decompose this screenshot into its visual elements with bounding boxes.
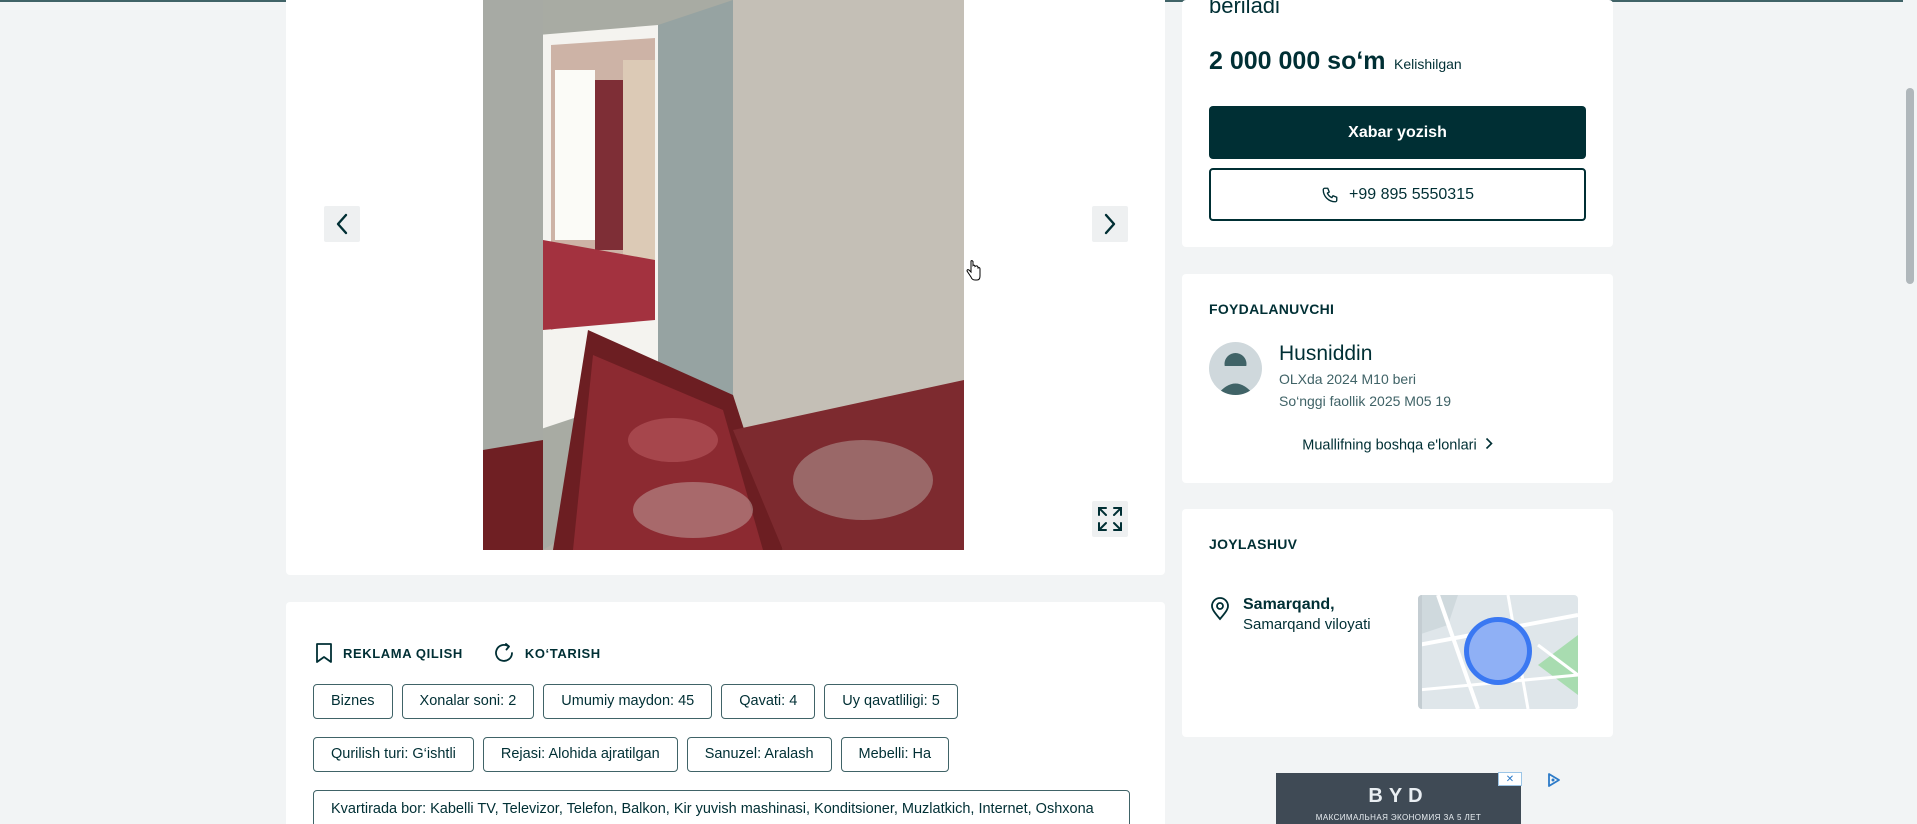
chevron-left-icon <box>336 213 348 235</box>
map-thumbnail[interactable] <box>1418 595 1578 709</box>
ad-banner[interactable]: BYD МАКСИМАЛЬНАЯ ЭКОНОМИЯ ЗА 5 ЛЕТ <box>1276 773 1521 824</box>
listing-actions: REKLAMA QILISH KO‘TARISH <box>315 642 601 664</box>
user-card: FOYDALANUVCHI Husniddin OLXda 2024 M10 b… <box>1182 274 1613 483</box>
refresh-icon <box>494 643 513 662</box>
price-card: beriladi 2 000 000 so‘m Kelishilgan Xaba… <box>1182 0 1613 247</box>
ad-tagline: МАКСИМАЛЬНАЯ ЭКОНОМИЯ ЗА 5 ЛЕТ <box>1315 813 1482 822</box>
chevron-right-icon <box>1485 437 1493 454</box>
price: 2 000 000 so‘m <box>1209 47 1386 75</box>
region: Samarqand viloyati <box>1243 616 1371 633</box>
message-button[interactable]: Xabar yozish <box>1209 106 1586 159</box>
message-button-label: Xabar yozish <box>1348 123 1447 141</box>
param-tag: Rejasi: Alohida ajratilgan <box>482 737 678 772</box>
location-card: JOYLASHUV Samarqand, Samarqand viloyati <box>1182 509 1613 737</box>
hand-cursor-icon <box>966 260 982 287</box>
last-seen: So‘nggi faollik 2025 M05 19 <box>1279 393 1452 409</box>
listing-photo[interactable] <box>483 0 964 550</box>
param-tag: Biznes <box>313 684 393 719</box>
other-ads-link[interactable]: Muallifning boshqa e'lonlari <box>1182 437 1613 454</box>
gallery-prev-button[interactable] <box>324 206 360 242</box>
scrollbar-thumb[interactable] <box>1906 88 1914 284</box>
location-pin-icon <box>1209 597 1231 626</box>
phone-icon <box>1322 187 1338 202</box>
avatar[interactable] <box>1209 342 1262 395</box>
raise-label: KO‘TARISH <box>524 645 601 661</box>
param-tag: Qavati: 4 <box>721 684 816 719</box>
raise-button[interactable]: KO‘TARISH <box>493 642 601 664</box>
param-tag: Mebelli: Ha <box>840 737 950 772</box>
param-tag: Xonalar soni: 2 <box>401 684 535 719</box>
other-ads-label: Muallifning boshqa e'lonlari <box>1302 437 1477 454</box>
location-section-title: JOYLASHUV <box>1209 536 1298 552</box>
ad-close-button[interactable]: ✕ <box>1498 772 1522 786</box>
listing-title: beriladi <box>1209 0 1280 18</box>
photo-gallery <box>286 0 1165 575</box>
phone-button[interactable]: +99 895 5550315 <box>1209 168 1586 221</box>
params-row-2: Qurilish turi: G‘ishtli Rejasi: Alohida … <box>313 737 950 772</box>
ad-brand-logo: BYD <box>1368 785 1429 807</box>
city: Samarqand, <box>1243 596 1335 613</box>
chevron-right-icon <box>1104 213 1116 235</box>
member-since: OLXda 2024 M10 beri <box>1279 371 1416 387</box>
fullscreen-icon <box>1098 507 1122 531</box>
param-tag: Umumiy maydon: 45 <box>543 684 713 719</box>
user-name[interactable]: Husniddin <box>1279 342 1372 366</box>
negotiable-label: Kelishilgan <box>1394 56 1462 72</box>
param-tag: Uy qavatliligi: 5 <box>824 684 958 719</box>
promote-label: REKLAMA QILISH <box>343 645 463 661</box>
listing-details: REKLAMA QILISH KO‘TARISH Biznes Xonalar … <box>286 602 1165 824</box>
promote-button[interactable]: REKLAMA QILISH <box>315 642 463 664</box>
user-section-title: FOYDALANUVCHI <box>1209 301 1335 317</box>
params-row-1: Biznes Xonalar soni: 2 Umumiy maydon: 45… <box>313 684 958 719</box>
param-tag: Sanuzel: Aralash <box>686 737 832 772</box>
close-icon: ✕ <box>1505 773 1515 785</box>
ad-choices-icon[interactable] <box>1546 772 1562 788</box>
gallery-next-button[interactable] <box>1092 206 1128 242</box>
param-tag: Qurilish turi: G‘ishtli <box>313 737 474 772</box>
bookmark-icon <box>316 643 332 663</box>
phone-number: +99 895 5550315 <box>1348 185 1474 203</box>
fullscreen-button[interactable] <box>1092 501 1128 537</box>
features-tag: Kvartirada bor: Kabelli TV, Televizor, T… <box>313 790 1130 824</box>
